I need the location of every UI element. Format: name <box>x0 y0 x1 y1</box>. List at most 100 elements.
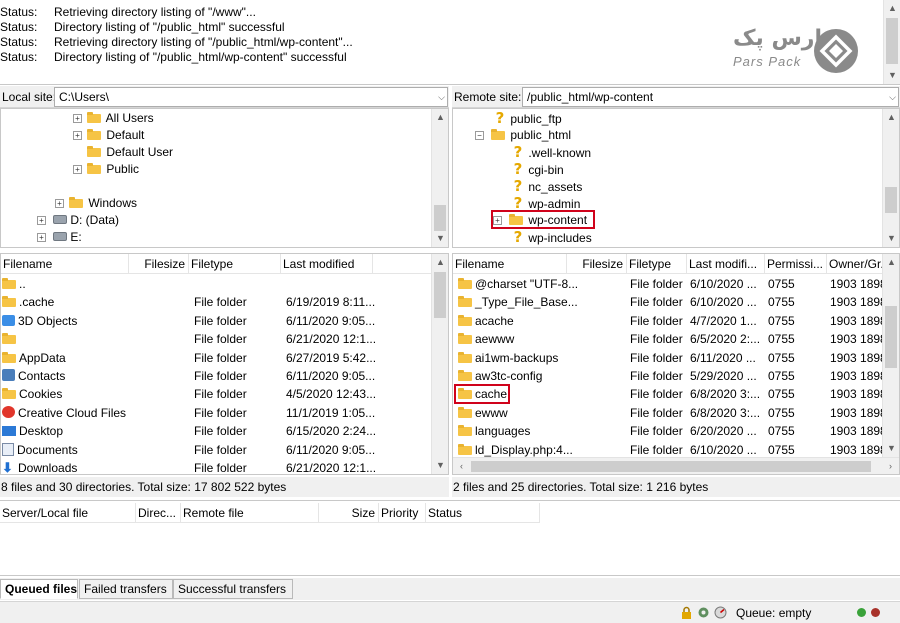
remote-file-scrollbar[interactable]: ▲ ▼ <box>882 254 899 457</box>
log-scrollbar[interactable]: ▲ ▼ <box>883 0 900 84</box>
column-header-size[interactable]: Size <box>319 503 379 523</box>
scroll-up-icon[interactable]: ▲ <box>884 0 900 17</box>
local-tree-scrollbar[interactable]: ▲ ▼ <box>431 109 448 247</box>
local-site-path-combo[interactable]: C:\Users\ ⌵ <box>54 87 448 107</box>
column-header-filetype[interactable]: Filetype <box>627 254 687 274</box>
table-row[interactable]: ai1wm-backups File folder 6/11/2020 ... 075… <box>453 349 883 367</box>
file-modified: 6/11/2020 9:05... <box>286 369 376 383</box>
tree-node[interactable]: − public_html <box>475 127 571 144</box>
local-directory-tree[interactable]: + All Users + Default Default User + Pub… <box>0 108 449 248</box>
collapse-icon[interactable]: − <box>475 131 484 140</box>
tree-node[interactable]: + D: (Data) <box>37 212 119 229</box>
column-header-server-local-file[interactable]: Server/Local file <box>0 503 136 523</box>
tab-queued-files[interactable]: Queued files <box>0 579 78 599</box>
scroll-up-icon[interactable]: ▲ <box>432 254 448 271</box>
scroll-up-icon[interactable]: ▲ <box>883 109 899 126</box>
table-row[interactable]: .. <box>1 275 431 293</box>
expand-icon[interactable]: + <box>73 131 82 140</box>
tree-node[interactable]: ? public_ftp <box>493 110 562 127</box>
lock-icon <box>682 606 691 619</box>
column-header-filesize[interactable]: Filesize <box>129 254 189 274</box>
column-header-last-modified[interactable]: Last modifi... <box>687 254 765 274</box>
table-row[interactable]: Creative Cloud Files File folder 11/1/2019… <box>1 404 431 422</box>
scroll-left-icon[interactable]: ‹ <box>453 458 470 474</box>
column-header-filesize[interactable]: Filesize <box>567 254 627 274</box>
table-row[interactable]: acache File folder 4/7/2020 1... 0755 1903 1… <box>453 312 883 330</box>
remote-directory-tree[interactable]: ? public_ftp − public_html ? .well-known… <box>452 108 900 248</box>
remote-site-path-combo[interactable]: /public_html/wp-content ⌵ <box>522 87 899 107</box>
table-row[interactable]: Desktop File folder 6/15/2020 2:24... <box>1 422 431 440</box>
column-header-status[interactable]: Status <box>426 503 540 523</box>
table-row[interactable]: ewww File folder 6/8/2020 3:... 0755 1903 18… <box>453 404 883 422</box>
remote-file-list[interactable]: Filename Filesize Filetype Last modifi..… <box>452 253 900 475</box>
table-row[interactable]: Contacts File folder 6/11/2020 9:05... <box>1 367 431 385</box>
tree-node[interactable]: ? .well-known <box>511 144 591 161</box>
scroll-up-icon[interactable]: ▲ <box>883 254 899 271</box>
column-header-filetype[interactable]: Filetype <box>189 254 281 274</box>
scroll-thumb[interactable] <box>886 18 898 64</box>
scroll-thumb[interactable] <box>885 306 897 368</box>
scroll-down-icon[interactable]: ▼ <box>432 457 448 474</box>
table-row[interactable]: File folder 6/21/2020 12:1... <box>1 330 431 348</box>
expand-icon[interactable]: + <box>55 199 64 208</box>
expand-icon[interactable]: + <box>37 216 46 225</box>
scroll-up-icon[interactable]: ▲ <box>432 109 448 126</box>
local-file-list[interactable]: Filename Filesize Filetype Last modified… <box>0 253 449 475</box>
scroll-down-icon[interactable]: ▼ <box>432 230 448 247</box>
scroll-thumb[interactable] <box>471 461 871 472</box>
file-permissions: 0755 <box>768 369 795 383</box>
tab-failed-transfers[interactable]: Failed transfers <box>79 579 173 599</box>
speed-limit-icon[interactable] <box>714 606 727 619</box>
table-row[interactable]: Cookies File folder 4/5/2020 12:43... <box>1 385 431 403</box>
table-row[interactable]: _Type_File_Base... File folder 6/10/2020 .… <box>453 293 883 311</box>
tree-node[interactable]: ? nc_assets <box>511 178 583 195</box>
expand-icon[interactable]: + <box>73 165 82 174</box>
table-row[interactable]: ld_Display.php:4... File folder 6/10/2020 … <box>453 441 883 459</box>
local-file-scrollbar[interactable]: ▲ ▼ <box>431 254 448 474</box>
scroll-thumb[interactable] <box>434 205 446 231</box>
tree-node[interactable]: + E: <box>37 229 82 246</box>
file-modified: 6/27/2019 5:42... <box>286 350 376 365</box>
tree-node[interactable]: + Public <box>73 161 139 178</box>
table-row[interactable]: languages File folder 6/20/2020 ... 0755 190… <box>453 422 883 440</box>
tree-node[interactable]: ? wp-includes <box>511 229 592 246</box>
expand-icon[interactable]: + <box>37 233 46 242</box>
table-row[interactable]: aw3tc-config File folder 5/29/2020 ... 0755… <box>453 367 883 385</box>
tree-node[interactable]: + Windows <box>55 195 137 212</box>
remote-file-hscrollbar[interactable]: ‹ › <box>453 457 899 474</box>
column-header-filename[interactable]: Filename <box>1 254 129 274</box>
local-site-label: Local site: <box>2 90 57 104</box>
expand-icon[interactable]: + <box>73 114 82 123</box>
scroll-down-icon[interactable]: ▼ <box>883 440 899 457</box>
scroll-thumb[interactable] <box>434 272 446 318</box>
chevron-down-icon[interactable]: ⌵ <box>438 88 445 106</box>
tab-successful-transfers[interactable]: Successful transfers <box>173 579 293 599</box>
file-type: File folder <box>194 350 247 365</box>
table-row[interactable]: cache File folder 6/8/2020 3:... 0755 1903 1… <box>453 385 883 403</box>
scroll-right-icon[interactable]: › <box>882 458 899 474</box>
tree-node[interactable]: Default User <box>73 144 173 161</box>
column-header-owner-group[interactable]: Owner/Gr... <box>827 254 887 274</box>
tree-node[interactable]: + Default <box>73 127 144 144</box>
column-header-last-modified[interactable]: Last modified <box>281 254 373 274</box>
table-row[interactable]: Documents File folder 6/11/2020 9:05... <box>1 441 431 459</box>
column-header-priority[interactable]: Priority <box>379 503 426 523</box>
scroll-down-icon[interactable]: ▼ <box>883 230 899 247</box>
column-header-direction[interactable]: Direc... <box>136 503 181 523</box>
column-header-filename[interactable]: Filename <box>453 254 567 274</box>
table-row[interactable]: aewww File folder 6/5/2020 2:... 0755 1903 1… <box>453 330 883 348</box>
table-row[interactable]: 3D Objects File folder 6/11/2020 9:05... <box>1 312 431 330</box>
table-row[interactable]: ⬇ Downloads File folder 6/21/2020 12:1... <box>1 459 431 474</box>
tree-node[interactable]: + All Users <box>73 110 154 127</box>
chevron-down-icon[interactable]: ⌵ <box>889 88 896 106</box>
transfer-queue[interactable]: Server/Local file Direc... Remote file S… <box>0 500 900 576</box>
remote-tree-scrollbar[interactable]: ▲ ▼ <box>882 109 899 247</box>
scroll-down-icon[interactable]: ▼ <box>884 67 900 84</box>
column-header-remote-file[interactable]: Remote file <box>181 503 319 523</box>
scroll-thumb[interactable] <box>885 187 897 213</box>
table-row[interactable]: .cache File folder 6/19/2019 8:11... <box>1 293 431 311</box>
column-header-permissions[interactable]: Permissi... <box>765 254 827 274</box>
tree-node[interactable]: ? cgi-bin <box>511 161 564 178</box>
table-row[interactable]: @charset "UTF-8... File folder 6/10/2020 .… <box>453 275 883 293</box>
table-row[interactable]: AppData File folder 6/27/2019 5:42... <box>1 349 431 367</box>
